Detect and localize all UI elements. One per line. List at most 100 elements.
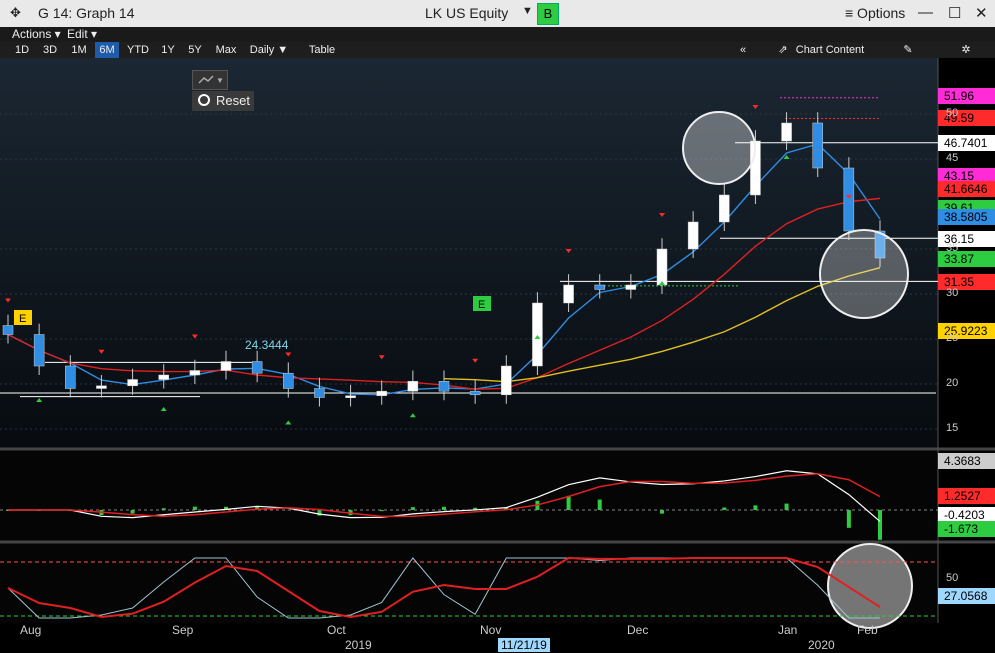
macd-hist-bar — [784, 503, 789, 510]
reset-button[interactable]: Reset — [192, 91, 254, 111]
price-axis-label: 20 — [946, 377, 959, 389]
earnings-badge-1-label: E — [19, 313, 26, 325]
macd-hist-bar — [566, 495, 571, 510]
edit-menu[interactable]: Edit ▾ — [67, 27, 97, 41]
candle-body — [719, 194, 730, 223]
candle-body — [438, 381, 450, 392]
x-month-feb: Feb — [857, 623, 878, 637]
highlight-circle-right — [819, 229, 909, 319]
radio-icon — [198, 94, 210, 106]
period-dropdown[interactable]: Daily ▼ — [245, 42, 293, 58]
ticker-field[interactable]: LK US Equity — [425, 5, 508, 21]
price-axis-label: 35 — [946, 242, 959, 254]
macd-hist-bar — [597, 499, 602, 510]
minimize-icon[interactable]: — — [918, 4, 933, 21]
candle-body — [189, 370, 201, 376]
price-axis-label: 25 — [946, 332, 959, 344]
chart-icon: ⇗ — [778, 44, 788, 56]
range-1m[interactable]: 1M — [66, 42, 92, 58]
macd-hist-bar — [660, 510, 664, 514]
candle-body — [345, 395, 356, 398]
price-tag: 51.96 — [938, 88, 995, 105]
candle-body — [781, 122, 792, 142]
x-month-aug: Aug — [20, 623, 42, 637]
candle-body — [96, 385, 107, 389]
candle-body — [594, 284, 605, 290]
range-3d[interactable]: 3D — [38, 42, 62, 58]
macd-hist-bar — [130, 510, 135, 514]
x-year-2020: 2020 — [808, 638, 835, 652]
range-1y[interactable]: 1Y — [157, 42, 179, 58]
stoch-tag: 27.0568 — [938, 588, 995, 604]
price-axis-label: 30 — [946, 287, 959, 299]
candle-body — [314, 388, 325, 398]
candle-body — [407, 381, 419, 392]
range-ytd[interactable]: YTD — [123, 42, 153, 58]
table-button[interactable]: Table — [300, 42, 344, 58]
ticker-dropdown-icon[interactable]: ▼ — [522, 5, 533, 17]
highlight-circle-stoch — [827, 543, 913, 629]
collapse-icon[interactable]: « — [734, 42, 752, 58]
maximize-icon[interactable]: ☐ — [948, 4, 961, 22]
macd-hist-bar — [878, 510, 882, 540]
window-title: G 14: Graph 14 — [38, 5, 135, 21]
macd-panel — [0, 451, 938, 541]
options-menu[interactable]: ≡ Options — [845, 5, 905, 21]
actions-menu[interactable]: Actions ▾ — [12, 27, 61, 41]
macd-tag: 1.2527 — [938, 488, 995, 504]
candle-body — [563, 284, 574, 304]
menubar: Actions ▾ Edit ▾ — [0, 27, 995, 42]
x-year-2019: 2019 — [345, 638, 372, 652]
candle-body — [469, 390, 481, 396]
candle-body — [65, 365, 76, 389]
price-tag: 38.5805 — [938, 208, 995, 225]
macd-hist-bar — [192, 506, 197, 510]
candle-body — [625, 284, 637, 290]
earnings-badge-2-label: E — [478, 299, 485, 311]
chart-area[interactable]: 24.3444 E E — [0, 58, 995, 653]
x-month-sep: Sep — [172, 623, 194, 637]
level-label: 24.3444 — [245, 338, 289, 352]
x-month-nov: Nov — [480, 623, 502, 637]
study-toggle-button[interactable]: ▼ — [192, 70, 228, 90]
range-6m[interactable]: 6M — [95, 42, 119, 58]
gear-icon[interactable]: ✲ — [958, 42, 974, 58]
macd-tag: 4.3683 — [938, 453, 995, 469]
candle-body — [220, 361, 232, 371]
candle-body — [532, 302, 543, 367]
range-max[interactable]: Max — [211, 42, 241, 58]
candle-body — [33, 334, 45, 367]
price-axis-label: 45 — [946, 152, 959, 164]
window-titlebar: ✥ G 14: Graph 14 LK US Equity ▼ B ≡ Opti… — [0, 0, 995, 28]
candle-body — [376, 390, 387, 396]
candle-body — [127, 379, 138, 387]
move-icon[interactable]: ✥ — [10, 5, 21, 21]
edit-icon[interactable]: ✎ — [900, 42, 916, 58]
candle-body — [812, 122, 823, 169]
candle-body — [251, 361, 263, 374]
candle-body — [158, 374, 169, 380]
close-icon[interactable]: ✕ — [975, 4, 988, 22]
price-axis-label: 15 — [946, 422, 959, 434]
x-month-oct: Oct — [327, 623, 346, 637]
x-month-jan: Jan — [778, 623, 798, 637]
candle-body — [656, 248, 668, 286]
highlight-circle-top — [682, 111, 756, 185]
candle-body — [283, 372, 294, 389]
price-tag: 41.6646 — [938, 181, 995, 198]
toolbar: 1D 3D 1M 6M YTD 1Y 5Y Max Daily ▼ Table … — [0, 42, 995, 58]
candle-body — [2, 325, 14, 335]
range-1d[interactable]: 1D — [10, 42, 34, 58]
stoch-axis-label: 50 — [946, 572, 959, 584]
ticker-badge[interactable]: B — [537, 3, 559, 25]
candle-body — [843, 167, 855, 232]
range-5y[interactable]: 5Y — [183, 42, 207, 58]
chart-content-button[interactable]: Chart Content — [790, 42, 870, 58]
reset-label: Reset — [216, 93, 250, 108]
svg-text:▼: ▼ — [216, 76, 224, 85]
price-axis-label: 50 — [946, 107, 959, 119]
macd-tag: -1.673 — [938, 521, 995, 537]
price-tag: 46.7401 — [938, 135, 995, 152]
x-month-dec: Dec — [627, 623, 649, 637]
macd-hist-bar — [753, 505, 758, 510]
